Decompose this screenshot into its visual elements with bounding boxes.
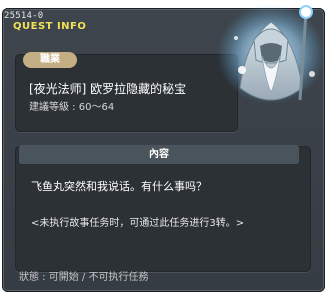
recommended-level: 建議等級 : 60～64 [29, 102, 115, 113]
job-badge: 職業 [23, 52, 77, 68]
quest-status: 狀態 : 可開始 / 不可执行任務 [19, 272, 149, 283]
quest-info-title: QUEST INFO [13, 21, 87, 32]
quest-content-panel [15, 146, 311, 272]
luminous-mage-npc-icon [217, 4, 325, 104]
quest-dialog-text: 飞鱼丸突然和我说话。有什么事吗？ [31, 180, 207, 193]
quest-title: [夜光法师] 欧罗拉隐藏的秘宝 [29, 82, 187, 96]
quest-note-text: <未执行故事任务时，可通过此任务进行3转。> [31, 218, 245, 229]
content-header: 內容 [19, 145, 299, 164]
quest-id: 25514-0 [4, 11, 44, 21]
